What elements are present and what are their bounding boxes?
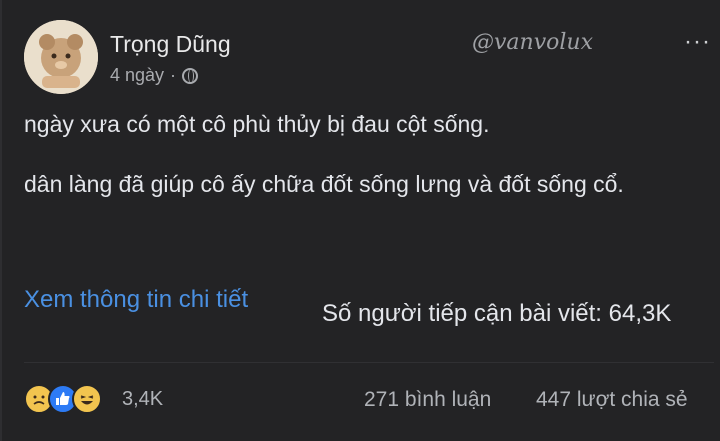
more-options-icon[interactable]: ··· <box>684 28 711 56</box>
post-text-line: dân làng đã giúp cô ấy chữa đốt sống lưn… <box>24 171 624 197</box>
meta-separator: · <box>170 65 177 85</box>
post-meta: 4 ngày · <box>110 65 199 86</box>
watermark: @vanvolux <box>472 30 593 55</box>
post-time[interactable]: 4 ngày <box>110 65 164 86</box>
see-more-link[interactable]: Xem thông tin chi tiết <box>24 283 294 316</box>
post-header: Trọng Dũng 4 ngày · @vanvolux ··· <box>24 18 714 96</box>
post-body: ngày xưa có một cô phù thủy bị đau cột s… <box>24 108 704 201</box>
avatar-image <box>24 20 98 94</box>
reaction-count[interactable]: 3,4K <box>122 388 163 411</box>
globe-icon <box>182 67 199 84</box>
post-text-line: ngày xưa có một cô phù thủy bị đau cột s… <box>24 111 490 137</box>
shares-count[interactable]: 447 lượt chia sẻ <box>536 388 688 412</box>
author-name[interactable]: Trọng Dũng <box>110 31 231 58</box>
reaction-icons[interactable] <box>24 384 102 414</box>
post-footer: 3,4K 271 bình luận 447 lượt chia sẻ <box>24 382 714 418</box>
reach-stat: Số người tiếp cận bài viết: 64,3K <box>322 300 672 327</box>
haha-reaction-icon <box>72 384 102 414</box>
comments-count[interactable]: 271 bình luận <box>364 388 491 412</box>
post-card: Trọng Dũng 4 ngày · @vanvolux ··· ngày x… <box>0 0 720 441</box>
divider <box>24 362 714 363</box>
avatar[interactable] <box>24 20 98 94</box>
